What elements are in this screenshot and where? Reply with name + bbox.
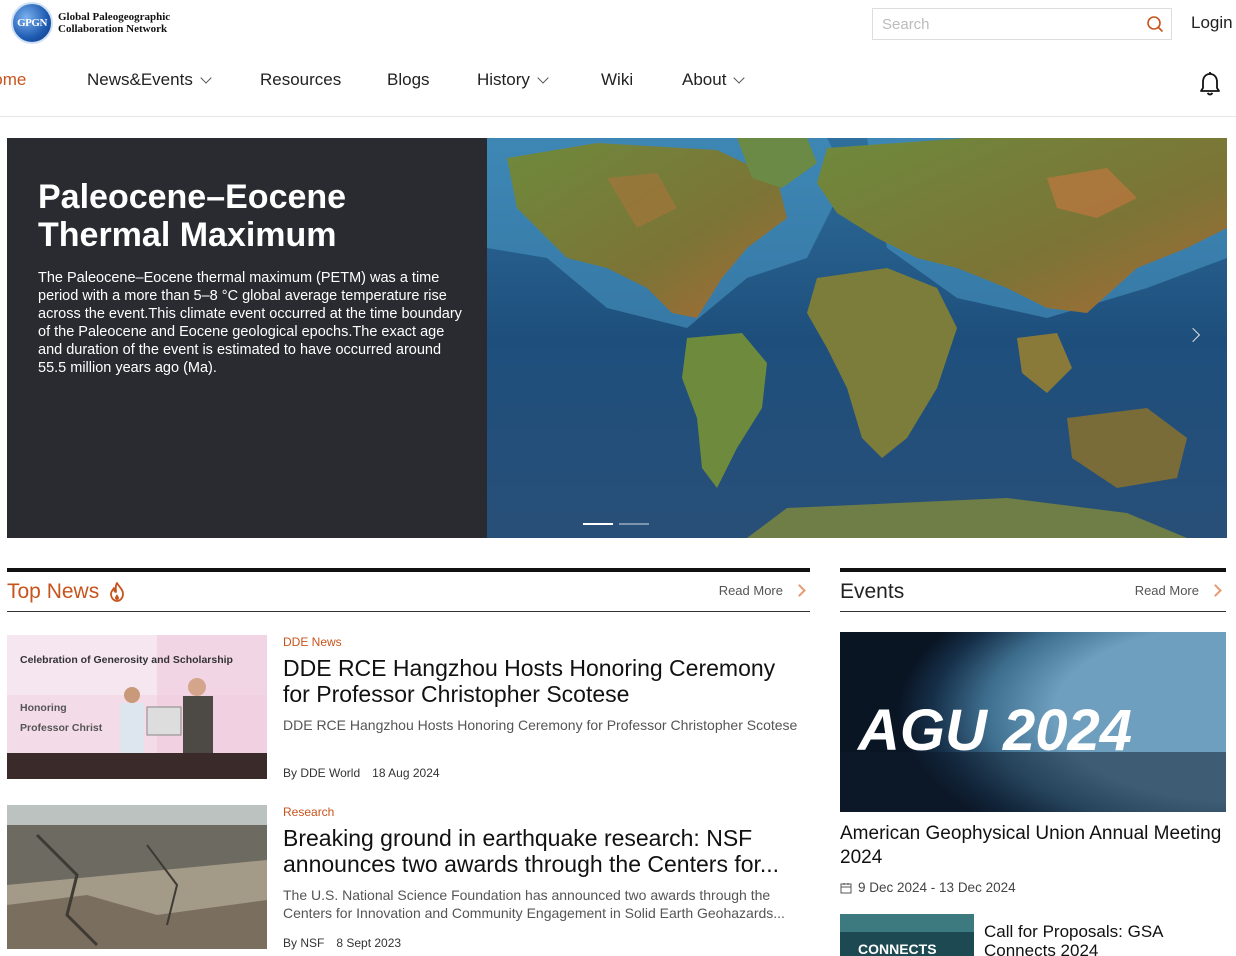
thumb-caption-line-3: Professor Christ <box>20 722 103 734</box>
calendar-icon <box>840 882 852 893</box>
news-item[interactable]: Research Breaking ground in earthquake r… <box>7 805 810 955</box>
events-title: Events <box>840 580 904 604</box>
logo-globe-icon: GPGN <box>11 2 53 44</box>
news-category[interactable]: Research <box>283 805 334 819</box>
nav-wiki-label: Wiki <box>601 70 634 89</box>
nav-home-label: Home <box>0 70 27 89</box>
thumb-caption-line-2: Honoring <box>20 702 67 714</box>
event-title[interactable]: American Geophysical Union Annual Meetin… <box>840 822 1226 870</box>
login-link[interactable]: Login <box>1191 13 1233 33</box>
news-category[interactable]: DDE News <box>283 635 342 649</box>
event-title[interactable]: Call for Proposals: GSA Connects 2024 <box>984 922 1224 956</box>
paleogeographic-map-image <box>487 138 1227 538</box>
news-meta: By NSF 8 Sept 2023 <box>283 936 401 950</box>
chevron-down-icon <box>733 71 746 84</box>
news-date: 18 Aug 2024 <box>372 766 440 780</box>
nav-history-label: History <box>477 70 530 89</box>
fire-icon <box>110 582 125 602</box>
news-summary: DDE RCE Hangzhou Hosts Honoring Ceremony… <box>283 717 798 733</box>
chevron-down-icon <box>537 71 549 84</box>
event-thumbnail-text: CONNECTS <box>858 941 937 956</box>
nav-blogs-label: Blogs <box>387 70 430 89</box>
news-author: By DDE World <box>283 766 361 780</box>
hero-carousel[interactable]: Paleocene–Eocene Thermal Maximum The Pal… <box>7 138 1227 538</box>
nav-about-label: About <box>682 70 727 89</box>
nav-resources[interactable]: Resources <box>260 70 341 90</box>
event-banner-image[interactable]: AGU 2024 <box>840 632 1226 812</box>
hero-description: The Paleocene–Eocene thermal maximum (PE… <box>38 270 462 376</box>
news-item[interactable]: Celebration of Generosity and Scholarshi… <box>7 635 810 785</box>
news-thumbnail-image[interactable] <box>7 805 267 949</box>
events-title-text: Events <box>840 580 905 603</box>
logo-line-1: Global Paleogeographic <box>58 11 171 23</box>
top-news-header: Top News Read More <box>7 568 810 612</box>
nav-news-events-label: News&Events <box>87 70 193 89</box>
search-box <box>872 8 1172 40</box>
carousel-dot-2[interactable] <box>619 523 649 525</box>
nav-news-events[interactable]: News&Events <box>87 70 212 90</box>
notification-bell-icon[interactable] <box>1198 71 1222 97</box>
nav-about[interactable]: About <box>682 70 746 90</box>
read-more-label: Read More <box>1134 583 1199 598</box>
news-summary: The U.S. National Science Foundation has… <box>283 887 785 921</box>
read-more-label: Read More <box>718 583 783 598</box>
top-news-title: Top News <box>7 580 126 604</box>
nav-wiki[interactable]: Wiki <box>601 70 633 90</box>
chevron-right-icon <box>1209 584 1222 597</box>
news-meta: By DDE World 18 Aug 2024 <box>283 766 440 780</box>
event-thumbnail-image[interactable]: CONNECTS <box>840 914 974 956</box>
search-input[interactable] <box>873 9 1133 39</box>
event-date: 9 Dec 2024 - 13 Dec 2024 <box>840 880 1016 895</box>
carousel-dot-1[interactable] <box>583 523 613 525</box>
news-title[interactable]: DDE RCE Hangzhou Hosts Honoring Ceremony… <box>283 655 808 707</box>
logo-line-2: Collaboration Network <box>58 23 168 35</box>
news-title[interactable]: Breaking ground in earthquake research: … <box>283 825 808 877</box>
hero-text-panel: Paleocene–Eocene Thermal Maximum The Pal… <box>7 138 487 538</box>
nav-blogs[interactable]: Blogs <box>387 70 430 90</box>
news-date: 8 Sept 2023 <box>336 936 402 950</box>
nav-history[interactable]: History <box>477 70 549 90</box>
event-banner-text: AGU 2024 <box>856 698 1132 763</box>
logo-text: Global Paleogeographic Collaboration Net… <box>58 11 170 35</box>
chevron-down-icon <box>200 71 212 84</box>
search-icon[interactable] <box>1145 14 1165 34</box>
nav-resources-label: Resources <box>260 70 342 89</box>
site-logo[interactable]: GPGN Global Paleogeographic Collaboratio… <box>11 2 170 44</box>
thumb-caption-line-1: Celebration of Generosity and Scholarshi… <box>20 654 233 666</box>
top-news-title-text: Top News <box>7 580 100 603</box>
site-header: GPGN Global Paleogeographic Collaboratio… <box>0 0 1236 117</box>
hero-title[interactable]: Paleocene–Eocene Thermal Maximum <box>38 178 468 254</box>
news-author: By NSF <box>283 936 325 950</box>
logo-badge: GPGN <box>17 17 47 29</box>
events-header: Events Read More <box>840 568 1226 612</box>
top-news-read-more[interactable]: Read More <box>719 583 810 598</box>
event-date-text: 9 Dec 2024 - 13 Dec 2024 <box>858 880 1016 895</box>
news-thumbnail-image[interactable]: Celebration of Generosity and Scholarshi… <box>7 635 267 779</box>
events-read-more[interactable]: Read More <box>1135 583 1226 598</box>
nav-home[interactable]: Home <box>0 70 26 90</box>
chevron-right-icon <box>793 584 806 597</box>
